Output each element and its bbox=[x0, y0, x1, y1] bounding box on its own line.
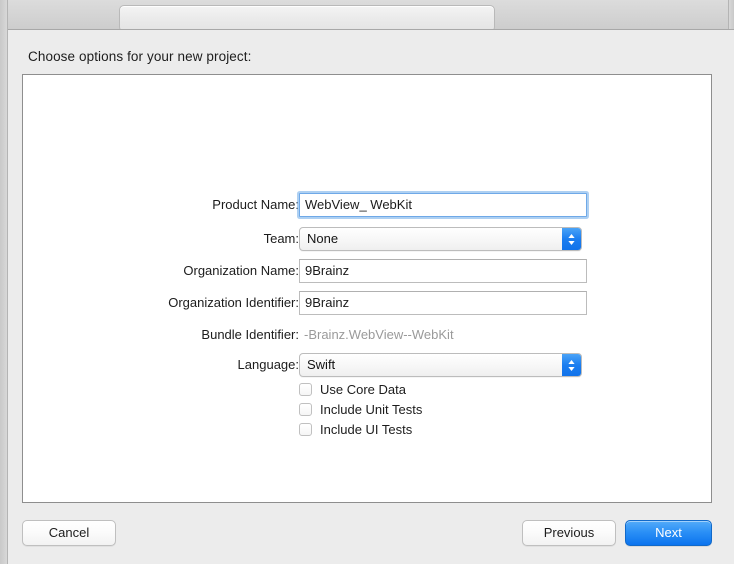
page-title: Choose options for your new project: bbox=[28, 49, 251, 64]
cancel-button[interactable]: Cancel bbox=[22, 520, 116, 546]
screen: Choose options for your new project: Pro… bbox=[0, 0, 734, 564]
checkbox-icon[interactable] bbox=[299, 383, 312, 396]
previous-button[interactable]: Previous bbox=[522, 520, 616, 546]
checkbox-label: Include UI Tests bbox=[320, 422, 412, 437]
form-row: Language: Swift bbox=[23, 352, 713, 378]
field-label: Bundle Identifier: bbox=[39, 322, 299, 348]
background-window-left-edge bbox=[0, 0, 8, 564]
checkbox-label: Include Unit Tests bbox=[320, 402, 422, 417]
field-label: Organization Identifier: bbox=[39, 290, 299, 316]
options-content-panel: Product Name:WebView_ WebKitTeam:NoneOrg… bbox=[22, 74, 712, 503]
form-row: Product Name:WebView_ WebKit bbox=[23, 192, 713, 218]
field-label: Organization Name: bbox=[39, 258, 299, 284]
form-row: Team: None bbox=[23, 226, 713, 252]
checkbox-icon[interactable] bbox=[299, 403, 312, 416]
form-row: Organization Identifier:9Brainz bbox=[23, 290, 713, 316]
next-button[interactable]: Next bbox=[625, 520, 712, 546]
chevron-up-down-icon[interactable] bbox=[562, 228, 581, 250]
read-only-value: -Brainz.WebView--WebKit bbox=[304, 323, 454, 347]
checkbox-row[interactable]: Include Unit Tests bbox=[299, 399, 422, 419]
checkbox-row[interactable]: Include UI Tests bbox=[299, 419, 412, 439]
popup-selected-value: None bbox=[307, 228, 338, 250]
checkbox-icon[interactable] bbox=[299, 423, 312, 436]
text-field[interactable]: 9Brainz bbox=[299, 291, 587, 315]
field-label: Language: bbox=[39, 352, 299, 378]
chevron-up-down-icon[interactable] bbox=[562, 354, 581, 376]
popup-selected-value: Swift bbox=[307, 354, 335, 376]
popup-button[interactable]: None bbox=[299, 227, 582, 251]
popup-button[interactable]: Swift bbox=[299, 353, 582, 377]
form-row: Bundle Identifier:-Brainz.WebView--WebKi… bbox=[23, 322, 713, 348]
field-label: Product Name: bbox=[39, 192, 299, 218]
checkbox-label: Use Core Data bbox=[320, 382, 406, 397]
text-field[interactable]: 9Brainz bbox=[299, 259, 587, 283]
text-field[interactable]: WebView_ WebKit bbox=[299, 193, 587, 217]
toolbar-search-field[interactable] bbox=[119, 5, 495, 32]
new-project-options-sheet: Choose options for your new project: Pro… bbox=[8, 29, 734, 564]
form-row: Organization Name:9Brainz bbox=[23, 258, 713, 284]
checkbox-row[interactable]: Use Core Data bbox=[299, 379, 406, 399]
field-label: Team: bbox=[39, 226, 299, 252]
